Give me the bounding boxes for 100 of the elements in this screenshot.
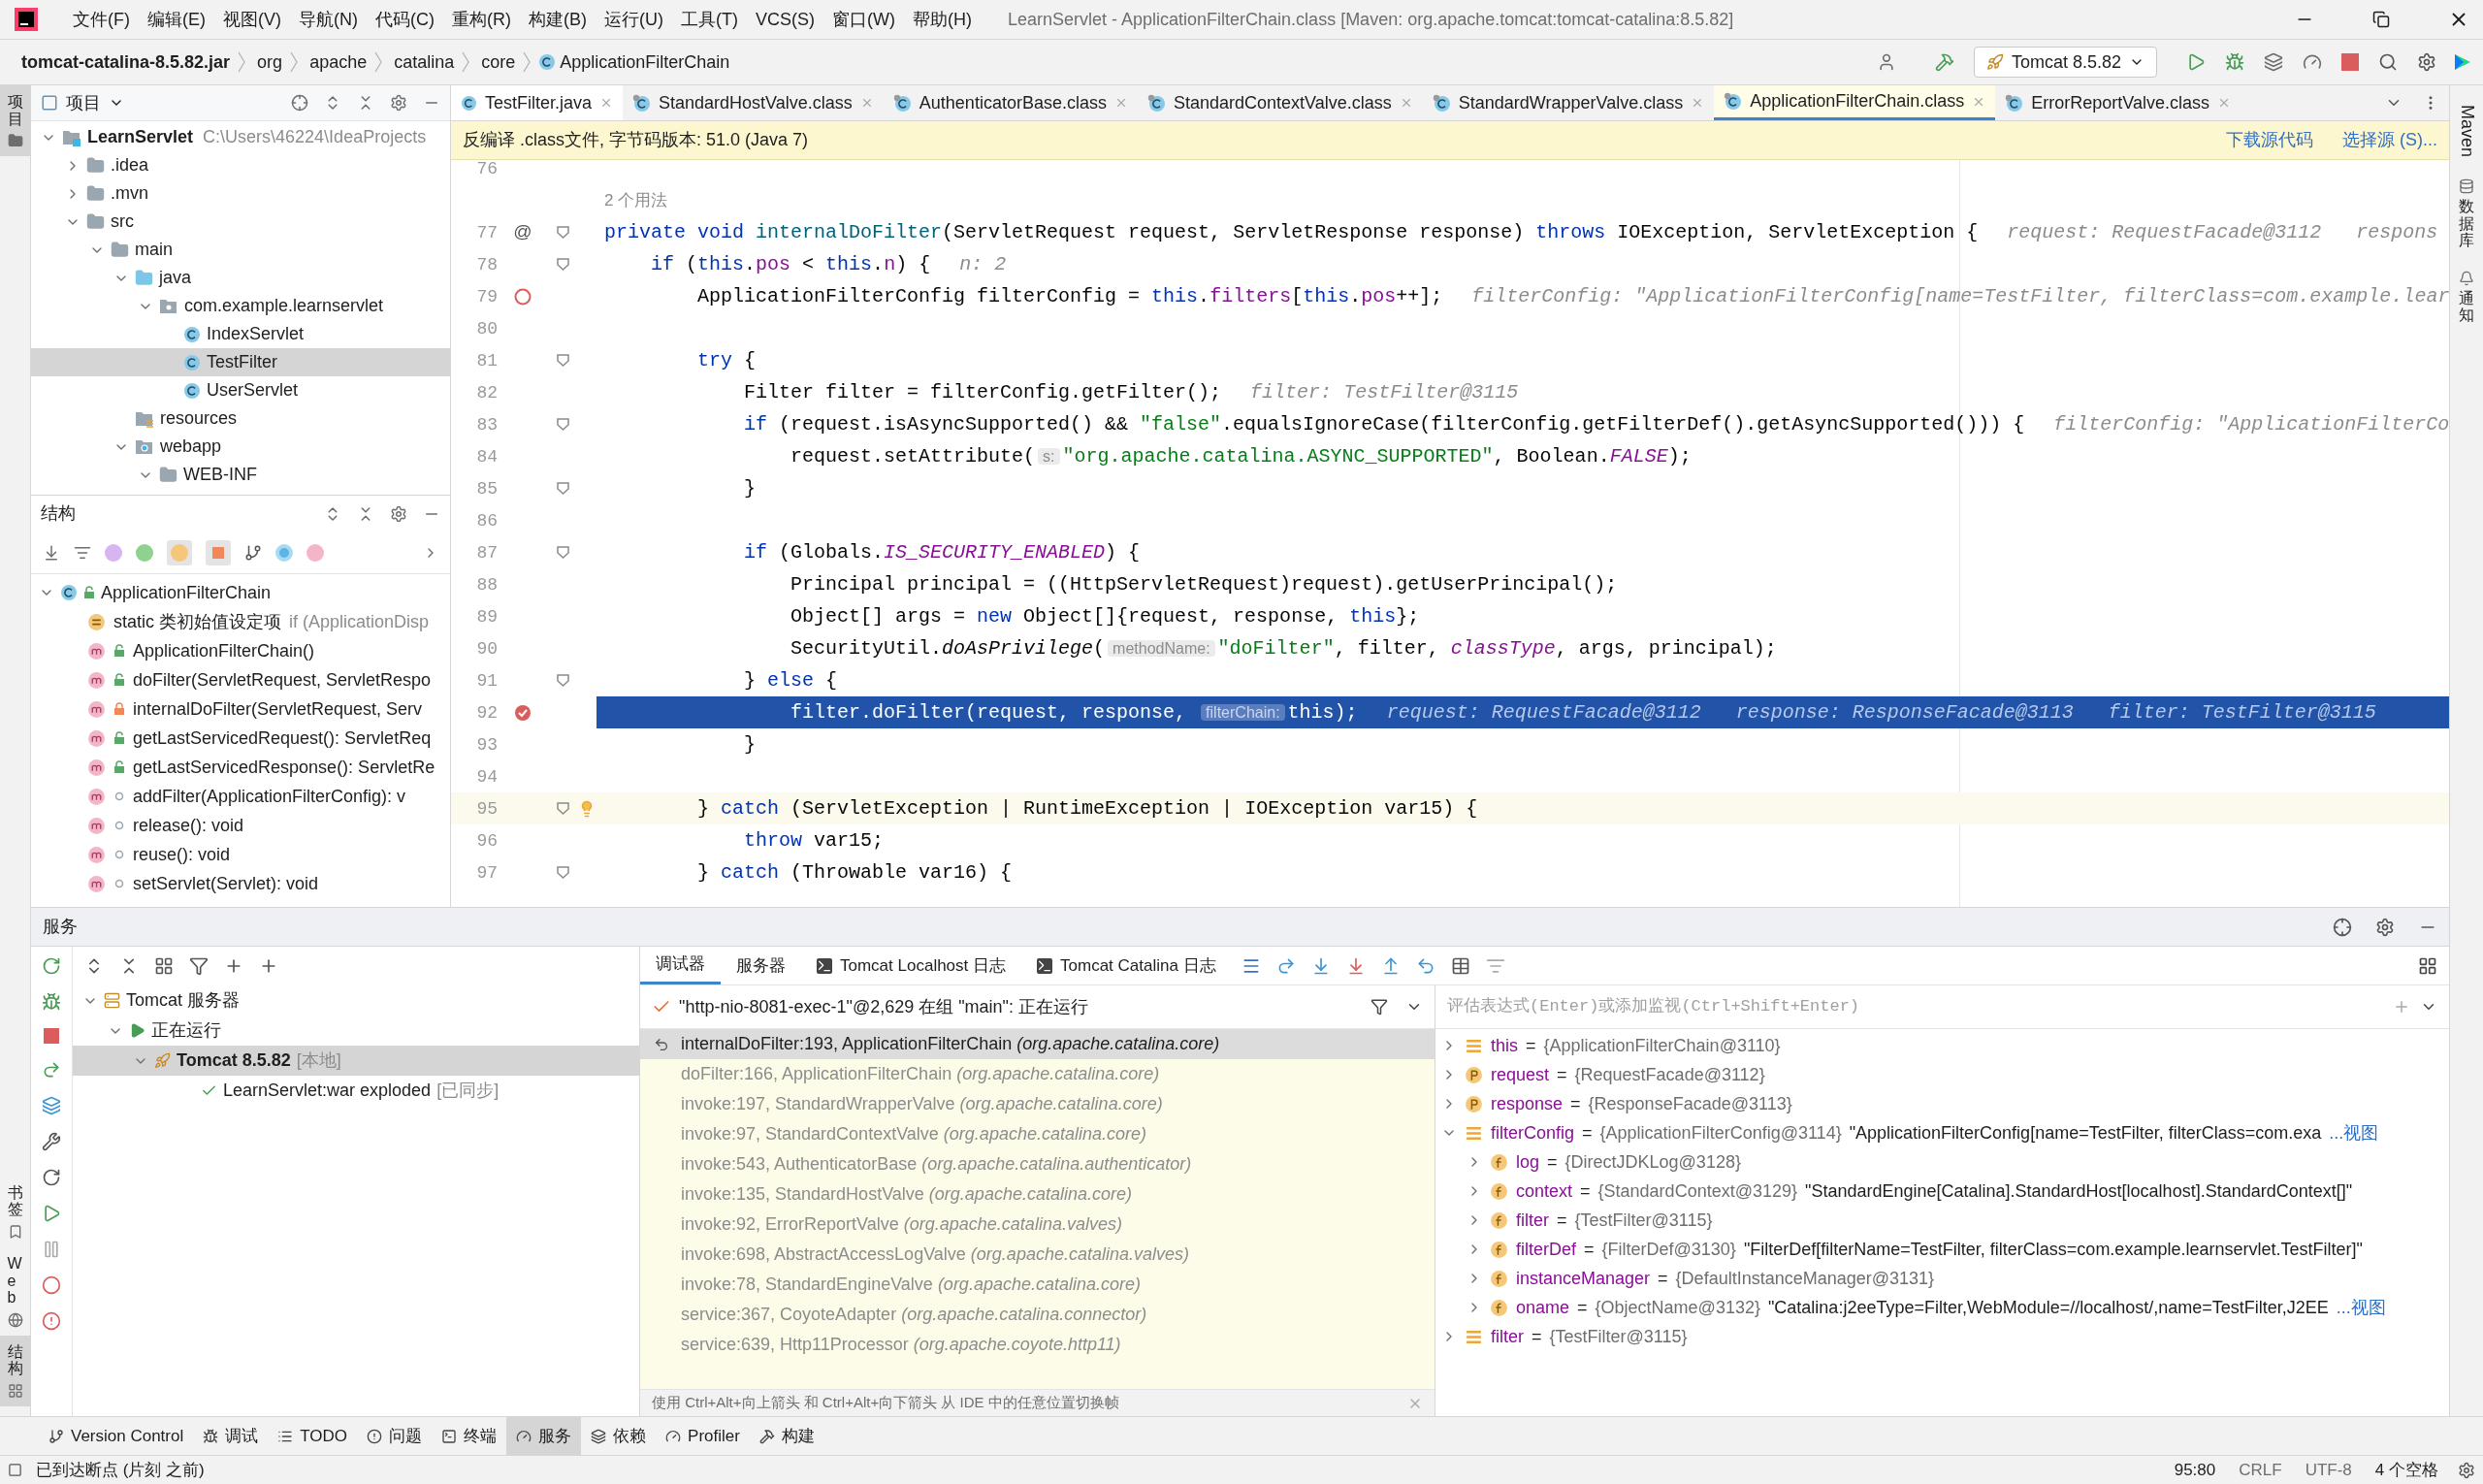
- tree-item[interactable]: .idea: [31, 151, 450, 179]
- filter-icon[interactable]: [1370, 998, 1388, 1016]
- stack-frame[interactable]: internalDoFilter:193, ApplicationFilterChain (org.apache.catalina.core): [640, 1029, 1435, 1059]
- branch-icon[interactable]: [244, 543, 262, 562]
- fold-icon[interactable]: [556, 546, 569, 559]
- tool-window-tab[interactable]: Version Control: [39, 1417, 194, 1455]
- tree-item[interactable]: IndexServlet: [31, 320, 450, 348]
- menu-item[interactable]: 视图(V): [214, 6, 290, 33]
- tool-window-tab[interactable]: 服务: [506, 1417, 582, 1455]
- menu-item[interactable]: 工具(T): [672, 6, 747, 33]
- structure-item[interactable]: ApplicationFilterChain(): [133, 637, 315, 664]
- tool-window-button[interactable]: 项目: [0, 85, 31, 157]
- menu-item[interactable]: 窗口(W): [823, 6, 904, 33]
- debugger-tab[interactable]: Tomcat Catalina 日志: [1021, 947, 1232, 984]
- fold-icon[interactable]: [556, 418, 569, 431]
- filter-icon[interactable]: [189, 956, 209, 976]
- breadcrumb-item[interactable]: apache: [309, 48, 368, 76]
- tool-window-button[interactable]: Maven: [2453, 99, 2480, 164]
- restore-icon[interactable]: [2372, 11, 2390, 28]
- menu-item[interactable]: 构建(B): [520, 6, 596, 33]
- menu-item[interactable]: 导航(N): [290, 6, 367, 33]
- tool-window-button[interactable]: 书签: [0, 1176, 31, 1248]
- structure-item[interactable]: getLastServicedResponse(): ServletRe: [133, 754, 435, 781]
- fold-icon[interactable]: [556, 866, 569, 879]
- breadcrumb-item[interactable]: org: [257, 48, 283, 76]
- tool-window-button[interactable]: 结构: [0, 1335, 31, 1406]
- fold-icon[interactable]: [556, 802, 569, 815]
- wrench-icon[interactable]: [42, 1132, 61, 1151]
- structure-item[interactable]: setServlet(Servlet): void: [133, 870, 319, 897]
- profile-icon[interactable]: [2303, 52, 2322, 72]
- debugger-tab[interactable]: 调试器: [640, 947, 721, 984]
- tool-window-tab[interactable]: TODO: [268, 1417, 358, 1455]
- tree-item[interactable]: TestFilter: [31, 348, 450, 376]
- tree-item[interactable]: WEB-INF: [31, 461, 450, 489]
- locate-icon[interactable]: [2333, 917, 2352, 937]
- tree-item[interactable]: resources: [31, 404, 450, 433]
- fold-icon[interactable]: [556, 674, 569, 687]
- menu-item[interactable]: VCS(S): [746, 6, 823, 33]
- tree-item[interactable]: src: [31, 208, 450, 236]
- breakpoints-icon[interactable]: [42, 1275, 61, 1295]
- service-item[interactable]: LearnServlet:war exploded [已同步]: [73, 1076, 639, 1106]
- tree-item[interactable]: java: [31, 264, 450, 292]
- build-icon[interactable]: [1934, 52, 1954, 72]
- breakpoint-hit-icon[interactable]: [513, 702, 532, 723]
- breakpoint-icon[interactable]: [513, 286, 532, 306]
- settings-icon[interactable]: [2458, 1461, 2475, 1479]
- notice-link[interactable]: 选择源 (S)...: [2342, 127, 2437, 153]
- panel-selector[interactable]: 项目: [41, 89, 124, 116]
- settings-icon[interactable]: [2417, 52, 2436, 72]
- status-toggle-icon[interactable]: [8, 1463, 22, 1477]
- layout-icon[interactable]: [2418, 955, 2437, 976]
- view-link[interactable]: ...视图: [2336, 1294, 2386, 1321]
- tree-item[interactable]: UserServlet: [31, 376, 450, 404]
- menu-item[interactable]: 编辑(E): [139, 6, 214, 33]
- show-non-public-icon[interactable]: [206, 539, 231, 565]
- rerun-icon[interactable]: [42, 956, 61, 976]
- caret-position[interactable]: 95:80: [2174, 1457, 2216, 1483]
- override-marker[interactable]: @: [513, 218, 532, 246]
- run-icon[interactable]: [2186, 52, 2206, 72]
- fold-icon[interactable]: [556, 226, 569, 239]
- line-separator[interactable]: CRLF: [2239, 1457, 2282, 1483]
- structure-item[interactable]: ApplicationFilterChain: [101, 579, 272, 606]
- fold-icon[interactable]: [556, 482, 569, 495]
- search-icon[interactable]: [2378, 52, 2398, 72]
- fold-icon[interactable]: [556, 354, 569, 367]
- table-icon[interactable]: [1450, 955, 1470, 976]
- menu-item[interactable]: 重构(R): [443, 6, 520, 33]
- structure-item[interactable]: internalDoFilter(ServletRequest, Serv: [133, 695, 423, 723]
- menu-item[interactable]: 运行(U): [596, 6, 672, 33]
- structure-item[interactable]: release(): void: [133, 812, 244, 839]
- service-item[interactable]: Tomcat 服务器: [73, 985, 639, 1016]
- menu-item[interactable]: 帮助(H): [903, 6, 981, 33]
- resume-icon[interactable]: [42, 1204, 61, 1223]
- show-fields-icon[interactable]: [167, 539, 192, 565]
- settings-icon[interactable]: [390, 504, 407, 523]
- editor-tab[interactable]: ApplicationFilterChain.class: [1714, 85, 1996, 120]
- notice-link[interactable]: 下载源代码: [2226, 127, 2313, 153]
- refresh-icon[interactable]: [42, 1168, 61, 1187]
- settings-icon[interactable]: [2375, 917, 2395, 937]
- view-link[interactable]: ...视图: [2329, 1119, 2379, 1146]
- tool-window-tab[interactable]: Profiler: [656, 1417, 750, 1455]
- debug-icon[interactable]: [2225, 52, 2244, 72]
- fold-icon[interactable]: [556, 258, 569, 271]
- indent-setting[interactable]: 4 个空格: [2374, 1457, 2438, 1483]
- artifact-icon[interactable]: [42, 1096, 61, 1115]
- debugger-tab[interactable]: 服务器: [721, 947, 801, 984]
- service-item[interactable]: 正在运行: [73, 1016, 639, 1046]
- tool-window-tab[interactable]: 构建: [749, 1417, 824, 1455]
- menu-item[interactable]: 文件(F): [64, 6, 139, 33]
- tree-item[interactable]: com.example.learnservlet: [31, 292, 450, 320]
- tool-window-button[interactable]: Web: [0, 1247, 31, 1336]
- tree-item[interactable]: webapp: [31, 433, 450, 461]
- editor-tab[interactable]: TestFilter.java: [451, 85, 624, 120]
- tool-window-tab[interactable]: 调试: [193, 1417, 269, 1455]
- tool-window-button[interactable]: 数据库: [2459, 173, 2474, 255]
- thread-selector[interactable]: "http-nio-8081-exec-1"@2,629 在组 "main": 正在运行: [679, 993, 1088, 1020]
- menu-item[interactable]: 代码(C): [367, 6, 443, 33]
- tree-item[interactable]: .mvn: [31, 179, 450, 208]
- debug-icon[interactable]: [42, 992, 61, 1012]
- tool-window-tab[interactable]: 终端: [432, 1417, 507, 1455]
